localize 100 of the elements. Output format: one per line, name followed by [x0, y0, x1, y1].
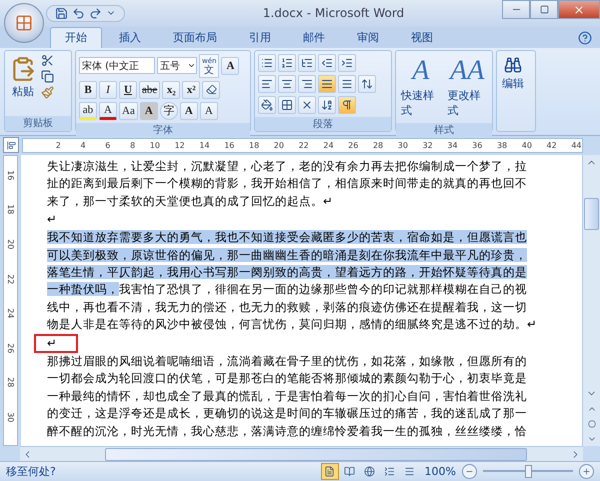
- multilevel-list-icon: [301, 56, 313, 69]
- tab-stop-selector[interactable]: [3, 137, 19, 154]
- pilcrow-icon: [341, 98, 353, 111]
- align-right-icon: [301, 78, 313, 90]
- grow-font-button[interactable]: A: [180, 102, 198, 120]
- document-page[interactable]: [21, 154, 582, 446]
- text-line: 一种最纯的情怀，却也成全了最真的慌乱，于是害怕着每一次的扪心自问，害怕着世俗洗礼: [47, 388, 528, 405]
- ribbon-tab[interactable]: 邮件: [288, 26, 340, 48]
- text-line: 一切都会成为轮回渡口的伏笔，可是那苍白的笔能否将那倾城的素颜勾勒于心，初衷毕竟是: [47, 370, 528, 388]
- clear-format-button[interactable]: [202, 80, 220, 99]
- group-label: 样式: [396, 122, 492, 137]
- ribbon-tab[interactable]: 插入: [104, 26, 156, 48]
- shading-button[interactable]: A: [140, 102, 158, 120]
- zoom-out-button[interactable]: [462, 464, 477, 480]
- text-line: 扯的距离到最后剩下一个模糊的背影，我开始相信了，相信原来时间带走的就真的再也回不: [47, 175, 528, 192]
- line-spacing-button[interactable]: [358, 74, 376, 93]
- ribbon-tab[interactable]: 视图: [396, 26, 448, 48]
- close-icon: [573, 4, 585, 16]
- view-icon: [404, 466, 416, 478]
- redo-icon[interactable]: [89, 6, 102, 20]
- increase-indent-icon: [341, 56, 353, 69]
- text-line: 那拂过眉眼的风细说着呢喃细语，流淌着藏在骨子里的忧伤，如花落，如缘散，但愿所有的: [47, 353, 528, 370]
- horizontal-scroll-thumb[interactable]: [105, 448, 527, 461]
- close-button[interactable]: [558, 0, 600, 19]
- character-border-button[interactable]: A: [221, 56, 240, 75]
- increase-indent-button[interactable]: [338, 54, 356, 72]
- font-name-field[interactable]: 宋体 (中文正: [79, 57, 155, 74]
- shrink-font-button[interactable]: A: [200, 102, 218, 120]
- horizontal-ruler[interactable]: 2 4 6 8 10 12 14 16 18 20 22 24 26 28 30 32 34 36 38 40 42 44: [22, 138, 583, 153]
- ribbon-tab[interactable]: 引用: [234, 26, 286, 48]
- cut-icon[interactable]: [41, 54, 54, 67]
- copy-icon[interactable]: [41, 70, 54, 83]
- up-down-arrow-icon: [361, 78, 373, 90]
- view-button[interactable]: [320, 463, 339, 480]
- help-icon[interactable]: [578, 30, 592, 45]
- underline-button[interactable]: U: [119, 80, 137, 99]
- save-icon[interactable]: [55, 6, 68, 20]
- asian-layout-button[interactable]: [298, 96, 316, 114]
- font-color-button[interactable]: A: [99, 102, 117, 120]
- cross-icon: [301, 98, 313, 111]
- text-line: 来了，那一寸柔软的天堂便也真的成了回忆的起点。↵: [47, 192, 334, 210]
- eraser-icon: [206, 84, 217, 96]
- ribbon-tab[interactable]: 开始: [50, 26, 102, 48]
- align-left-icon: [261, 78, 273, 90]
- font-size-field[interactable]: 五号: [157, 57, 197, 74]
- shading-bucket-button[interactable]: [258, 96, 276, 114]
- script-button[interactable]: x₂: [162, 80, 180, 99]
- undo-icon[interactable]: [72, 6, 85, 20]
- alignment-button[interactable]: [338, 74, 356, 93]
- ribbon-tab[interactable]: 审阅: [342, 26, 394, 48]
- scroll-thumb[interactable]: [584, 198, 599, 230]
- view-icon: [344, 466, 356, 478]
- ribbon-tab[interactable]: 页面布局: [158, 26, 232, 48]
- sort-button[interactable]: [318, 96, 336, 114]
- group-label: 段落: [255, 116, 391, 131]
- zoom-in-button[interactable]: [579, 464, 594, 480]
- status-message[interactable]: 移至何处?: [6, 464, 56, 480]
- binoculars-icon: [504, 56, 522, 74]
- align-center-icon: [281, 78, 293, 90]
- decrease-indent-button[interactable]: [318, 54, 336, 72]
- zoom-level[interactable]: 100%: [424, 465, 456, 478]
- maximize-button[interactable]: [530, 0, 558, 19]
- bullets-button[interactable]: [258, 54, 276, 72]
- alignment-button[interactable]: [258, 74, 276, 93]
- numbering-button[interactable]: [278, 54, 296, 72]
- enclose-button[interactable]: 字: [160, 102, 178, 120]
- italic-button[interactable]: I: [99, 80, 117, 99]
- circle-icon: [588, 420, 596, 428]
- case-button[interactable]: Aa: [119, 102, 138, 120]
- text-line: ↵: [47, 210, 58, 228]
- alignment-button[interactable]: [318, 74, 336, 93]
- borders-button[interactable]: [278, 96, 296, 114]
- justify-icon: [321, 78, 333, 90]
- paint-bucket-icon: [261, 98, 273, 111]
- paintbrush-icon[interactable]: [41, 86, 54, 99]
- zoom-slider-thumb[interactable]: [525, 465, 532, 478]
- group-label: 字体: [76, 122, 250, 137]
- sort-icon: [321, 98, 333, 111]
- highlight-button[interactable]: ab: [79, 102, 97, 120]
- styles-button[interactable]: A 快速样式: [399, 54, 442, 120]
- styles-button[interactable]: AA 更改样式: [446, 54, 489, 120]
- distribute-icon: [341, 78, 353, 90]
- text-line: 物是人非是在等待的风沙中被侵蚀，何言忧伤，莫问归期，感情的细腻终究是逃不过的劫。↵: [47, 316, 538, 334]
- numbered-list-icon: [281, 56, 293, 69]
- view-icon: [364, 466, 376, 478]
- show-marks-button[interactable]: [338, 96, 356, 114]
- grid-icon: [15, 14, 33, 32]
- bold-button[interactable]: B: [79, 80, 97, 99]
- multilevel-list-button[interactable]: [298, 54, 316, 72]
- text-line: 醉不醒的沉沦，时光无情，我心慈悲，落满诗意的缠绵怜爱着我一生的孤独，丝丝缕缕，恰: [47, 422, 528, 440]
- alignment-button[interactable]: [298, 74, 316, 93]
- vertical-ruler[interactable]: 16 18 20 22 24 26 28 30: [3, 154, 18, 446]
- office-button[interactable]: [4, 3, 44, 43]
- alignment-button[interactable]: [278, 74, 296, 93]
- tab-stop-icon: [6, 140, 16, 150]
- paste-button[interactable]: 粘贴: [8, 54, 38, 113]
- text-line: ↵: [47, 334, 58, 352]
- grid-icon: [281, 98, 293, 111]
- strikethrough-button[interactable]: abe: [139, 80, 160, 99]
- script-button[interactable]: x²: [182, 80, 200, 99]
